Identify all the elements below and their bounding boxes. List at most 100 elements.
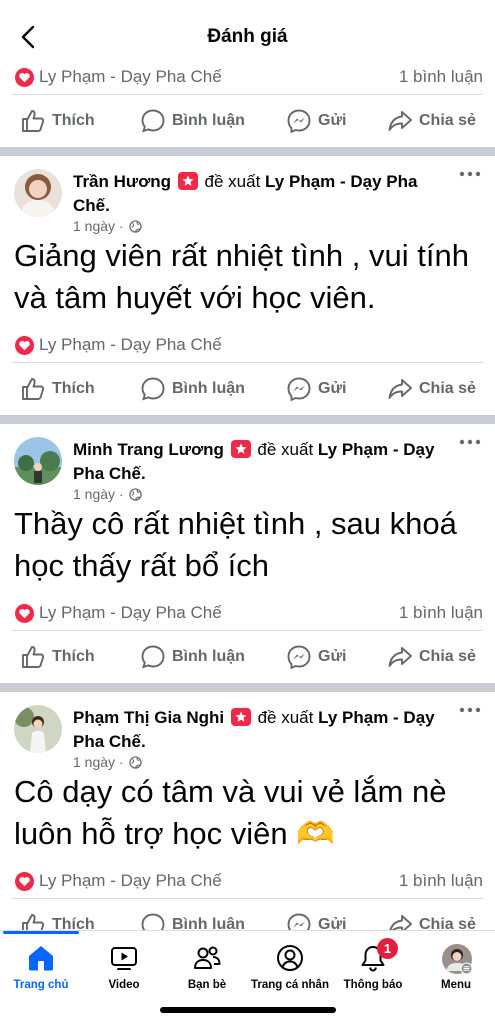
author-name[interactable]: Phạm Thị Gia Nghi: [73, 708, 224, 727]
action-bar: Thích Bình luận Gửi Chia sẻ: [0, 899, 495, 930]
post-meta: 1 ngày ·: [73, 486, 142, 502]
review-post: Minh Trang Lương đề xuất Ly Phạm - Dạy P…: [0, 424, 495, 683]
share-button[interactable]: Chia sẻ: [387, 376, 476, 402]
like-button[interactable]: Thích: [20, 644, 95, 670]
comment-button[interactable]: Bình luận: [140, 644, 245, 670]
post-meta: 1 ngày ·: [73, 218, 142, 234]
messenger-icon: [287, 109, 311, 134]
page-title: Đánh giá: [207, 26, 288, 47]
review-post: Phạm Thị Gia Nghi đề xuất Ly Phạm - Dạy …: [0, 692, 495, 930]
review-text: Thầy cô rất nhiệt tình , sau khoá học th…: [14, 506, 457, 583]
share-button[interactable]: Chia sẻ: [387, 108, 476, 134]
like-button[interactable]: Thích: [20, 912, 95, 930]
author-name[interactable]: Minh Trang Lương: [73, 440, 224, 459]
author-avatar[interactable]: [14, 169, 62, 217]
globe-icon: [128, 219, 142, 233]
comment-label: Bình luận: [172, 112, 245, 129]
share-arrow-icon: [389, 915, 412, 930]
like-label: Thích: [52, 648, 95, 665]
post-time[interactable]: 1 ngày: [73, 754, 115, 770]
profile-icon: [277, 945, 303, 971]
share-label: Chia sẻ: [419, 648, 476, 665]
action-bar: Thích Bình luận Gửi Chia sẻ: [0, 363, 495, 415]
messenger-icon: [287, 377, 311, 402]
reaction-names: Ly Phạm - Dạy Pha Chế: [39, 871, 222, 890]
send-button[interactable]: Gửi: [286, 912, 346, 930]
reactions-row[interactable]: Ly Phạm - Dạy Pha Chế 1 bình luận: [0, 64, 495, 94]
review-text: Cô dạy có tâm và vui vẻ lắm nè luôn hỗ t…: [14, 774, 447, 851]
more-options-icon[interactable]: [459, 170, 481, 178]
action-bar: Thích Bình luận Gửi Chia sẻ: [0, 631, 495, 683]
more-options-icon[interactable]: [459, 438, 481, 446]
comment-button[interactable]: Bình luận: [140, 912, 245, 930]
dot-separator: ·: [115, 486, 124, 502]
comment-count[interactable]: 1 bình luận: [399, 603, 483, 623]
author-avatar[interactable]: [14, 705, 62, 753]
author-avatar[interactable]: [14, 437, 62, 485]
comment-label: Bình luận: [172, 380, 245, 397]
friends-icon: [194, 946, 221, 969]
recommend-icon: [177, 172, 198, 190]
reviews-feed[interactable]: Ly Phạm - Dạy Pha Chế 1 bình luận Thích …: [0, 64, 495, 930]
send-label: Gửi: [318, 916, 347, 930]
like-label: Thích: [52, 916, 95, 930]
send-button[interactable]: Gửi: [286, 644, 346, 670]
recommend-verb: đề xuất: [257, 440, 314, 459]
tab-video[interactable]: Video: [84, 931, 164, 991]
like-button[interactable]: Thích: [20, 108, 95, 134]
dot-separator: ·: [115, 754, 124, 770]
share-label: Chia sẻ: [419, 380, 476, 397]
share-button[interactable]: Chia sẻ: [387, 912, 476, 930]
share-arrow-icon: [388, 111, 412, 131]
send-button[interactable]: Gửi: [286, 376, 346, 402]
reactions-row[interactable]: Ly Phạm - Dạy Pha Chế 1 bình luận: [0, 868, 495, 898]
thumbs-up-icon: [22, 378, 45, 400]
tab-friends[interactable]: Bạn bè: [167, 931, 247, 991]
post-separator: [0, 683, 495, 692]
dot-separator: ·: [115, 218, 124, 234]
menu-avatar: [442, 944, 473, 975]
tab-menu[interactable]: Menu: [416, 931, 495, 991]
like-button[interactable]: Thích: [20, 376, 95, 402]
thumbs-up-icon: [22, 914, 45, 930]
tab-notifications[interactable]: 1 Thông báo: [333, 931, 413, 991]
send-label: Gửi: [318, 648, 347, 665]
comment-count[interactable]: 1 bình luận: [399, 871, 483, 891]
like-label: Thích: [52, 380, 95, 397]
tab-profile[interactable]: Trang cá nhân: [250, 931, 330, 991]
globe-icon: [128, 755, 142, 769]
post-separator: [0, 147, 495, 156]
post-time[interactable]: 1 ngày: [73, 486, 115, 502]
menu-avatar-wrap: [441, 943, 473, 975]
top-bar: Đánh giá: [0, 0, 495, 64]
reactions-row[interactable]: Ly Phạm - Dạy Pha Chế 1 bình luận: [0, 600, 495, 630]
review-post: Trần Hương đề xuất Ly Phạm - Dạy Pha Chế…: [0, 156, 495, 415]
recommend-verb: đề xuất: [257, 708, 314, 727]
tab-friends-label: Bạn bè: [187, 979, 227, 991]
reactions-row[interactable]: Ly Phạm - Dạy Pha Chế: [0, 332, 495, 362]
comment-count[interactable]: 1 bình luận: [399, 67, 483, 87]
video-icon: [111, 947, 137, 970]
share-arrow-icon: [388, 647, 412, 667]
author-name[interactable]: Trần Hương: [73, 172, 171, 191]
recommend-verb: đề xuất: [204, 172, 261, 191]
home-indicator: [160, 1007, 336, 1013]
comment-button[interactable]: Bình luận: [140, 108, 245, 134]
tab-home[interactable]: Trang chủ: [1, 931, 81, 991]
share-button[interactable]: Chia sẻ: [387, 644, 476, 670]
comment-button[interactable]: Bình luận: [140, 376, 245, 402]
tab-menu-label: Menu: [440, 979, 472, 991]
comment-label: Bình luận: [172, 916, 245, 930]
send-button[interactable]: Gửi: [286, 108, 346, 134]
post-time[interactable]: 1 ngày: [73, 218, 115, 234]
post-header: Trần Hương đề xuất Ly Phạm - Dạy Pha Chế…: [0, 156, 495, 234]
comment-bubble-icon: [141, 377, 165, 401]
love-reaction-icon: [15, 872, 34, 891]
post-headline: Minh Trang Lương đề xuất Ly Phạm - Dạy P…: [73, 438, 443, 486]
share-arrow-icon: [388, 379, 412, 399]
more-options-icon[interactable]: [459, 706, 481, 714]
love-reaction-icon: [15, 604, 34, 623]
comment-label: Bình luận: [172, 648, 245, 665]
send-label: Gửi: [318, 380, 347, 397]
tab-notifications-label: Thông báo: [343, 979, 403, 991]
